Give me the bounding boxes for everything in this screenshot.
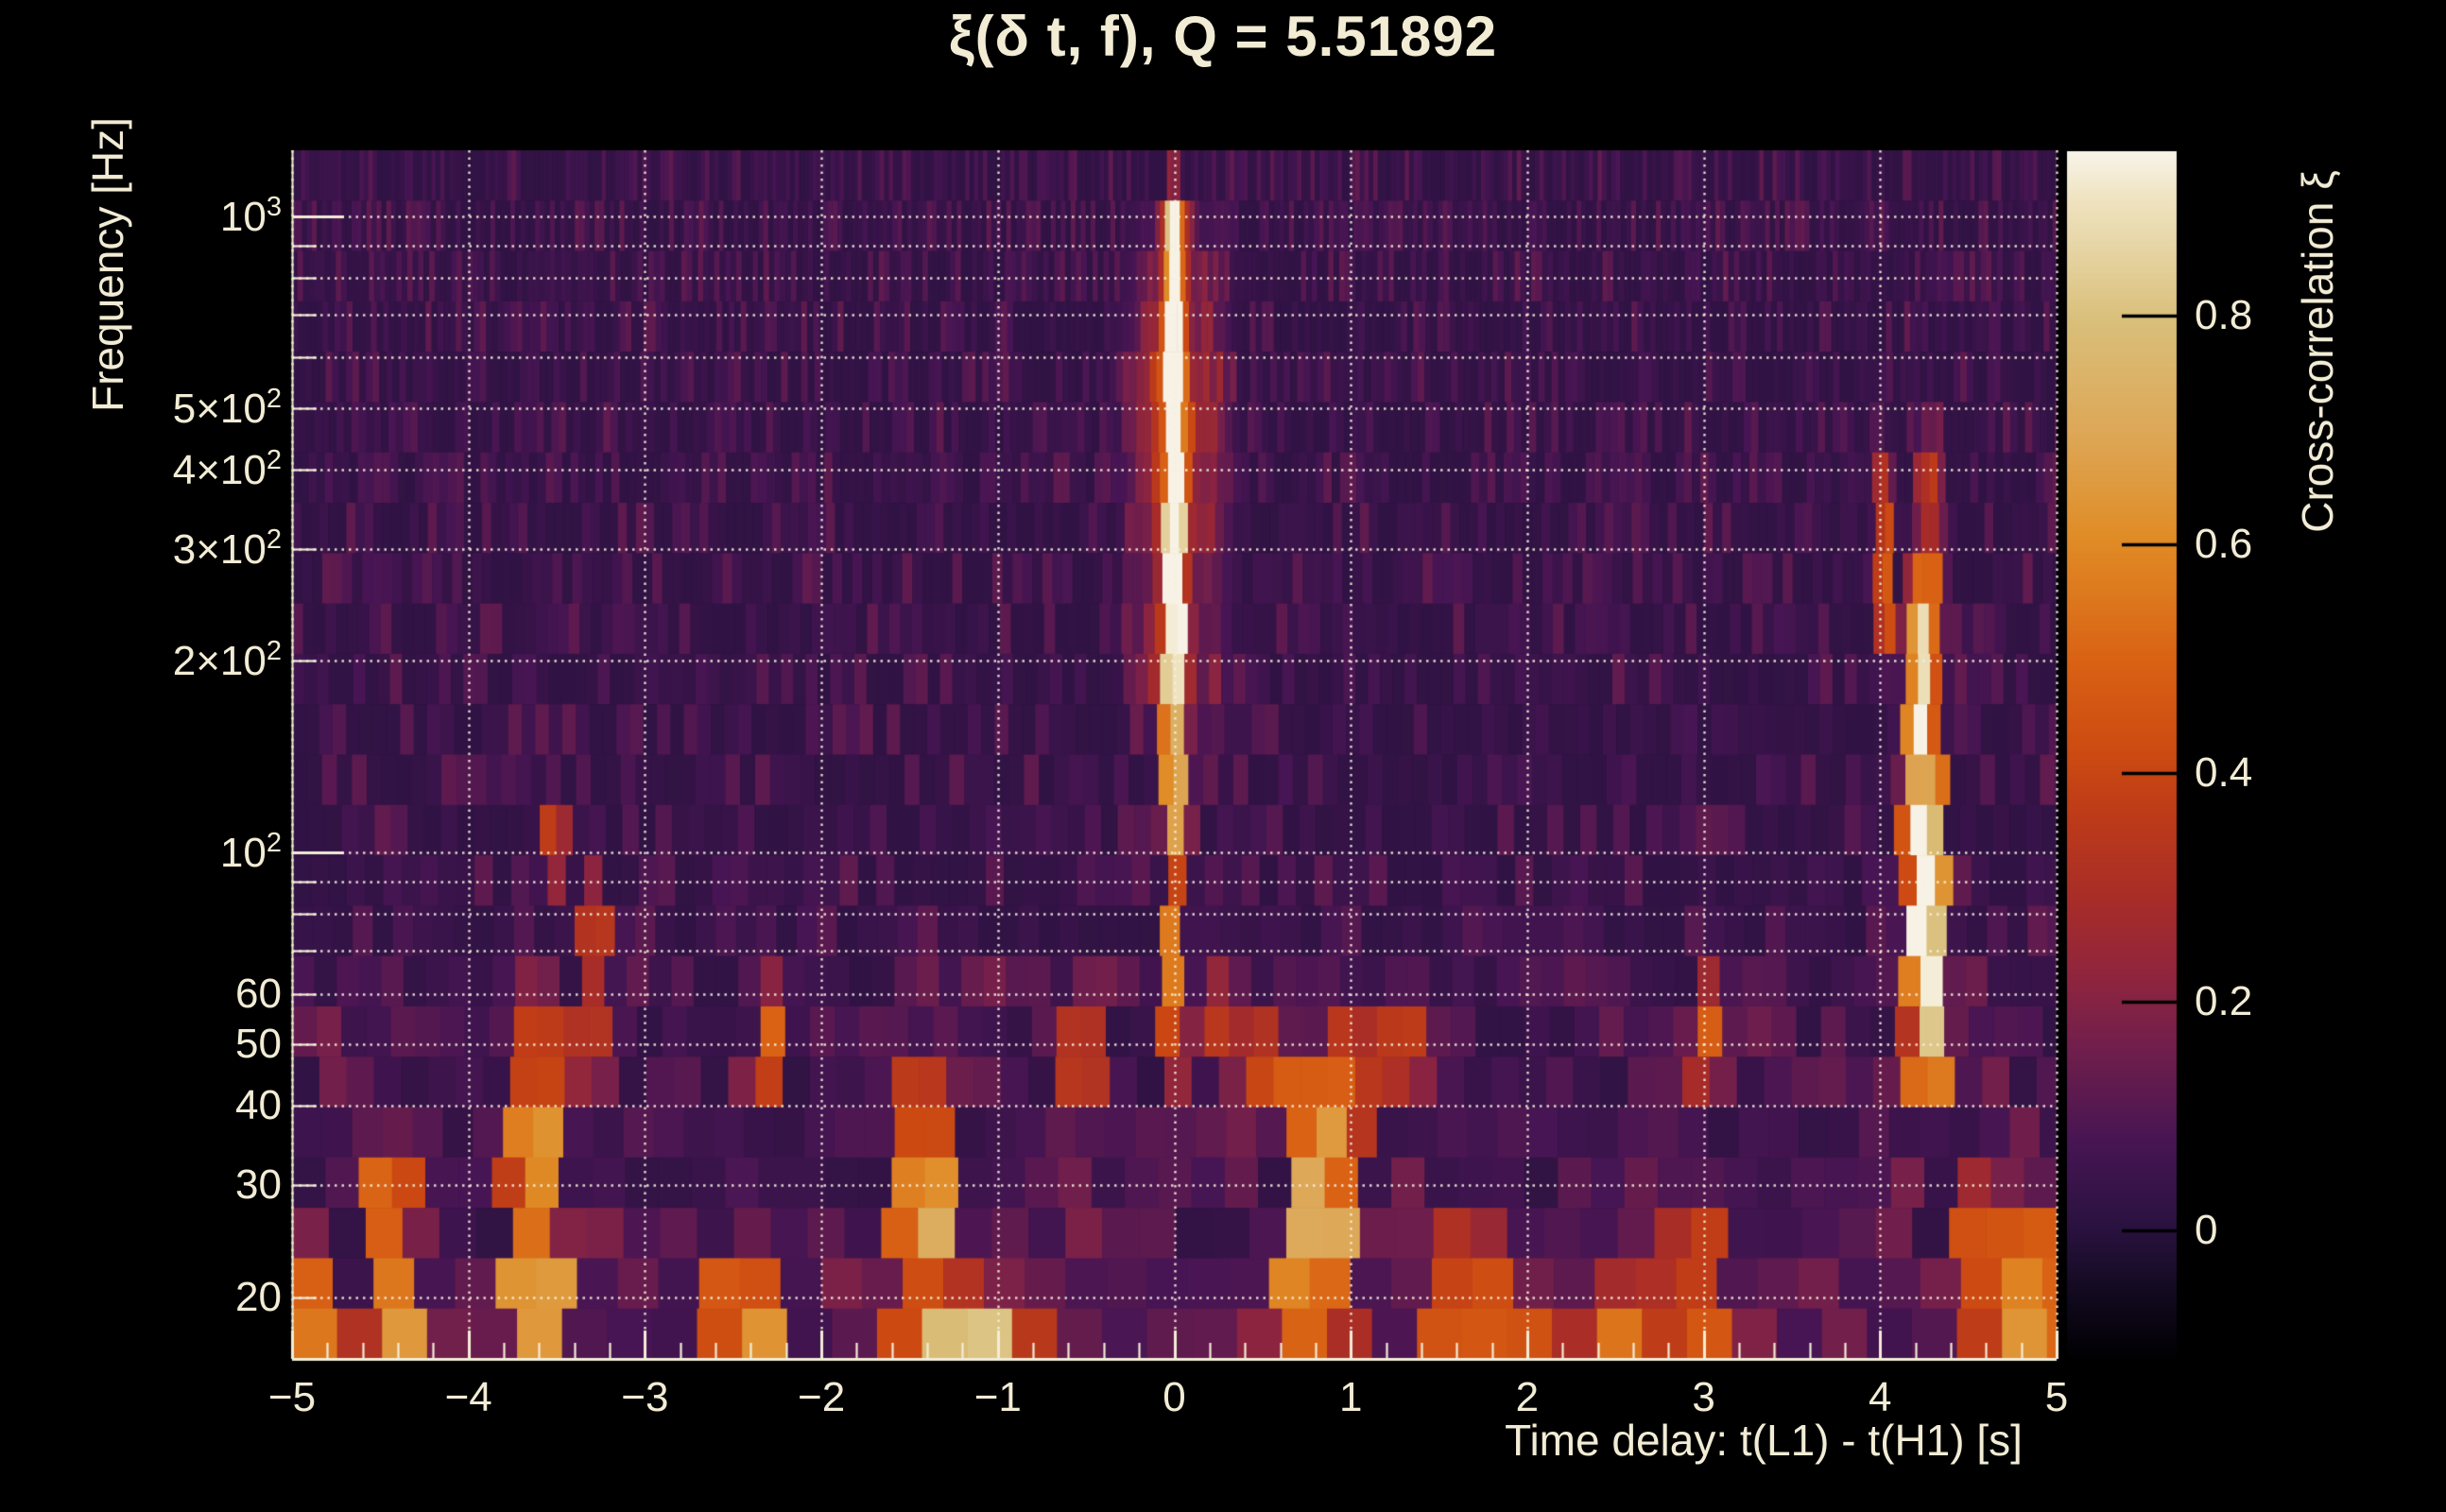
x-tick-label: −1	[973, 1374, 1022, 1420]
x-tick-label: 0	[1163, 1374, 1186, 1420]
colorbar-tick-label: 0.8	[2195, 292, 2253, 339]
y-tick-label: 30	[235, 1161, 282, 1209]
colorbar-tick-label: 0.6	[2195, 521, 2253, 568]
plot-title: ξ(δ t, f), Q = 5.51892	[948, 5, 1498, 68]
x-tick-label: −2	[798, 1374, 846, 1420]
qscan-figure: ξ(δ t, f), Q = 5.51892 Frequency [Hz] Ti…	[0, 0, 2446, 1512]
heatmap-canvas	[0, 0, 2446, 1512]
x-tick-label: 3	[1692, 1374, 1715, 1420]
x-axis-title: Time delay: t(L1) - t(H1) [s]	[1505, 1416, 2023, 1465]
colorbar-title: Cross-correlation ξ	[2293, 170, 2342, 533]
colorbar-tick-label: 0.2	[2195, 978, 2253, 1025]
y-tick-label: 2×102	[172, 636, 282, 685]
x-tick-label: −3	[621, 1374, 669, 1420]
y-tick-label: 40	[235, 1082, 282, 1129]
y-tick-label: 103	[219, 192, 282, 240]
y-axis-title: Frequency [Hz]	[83, 117, 132, 412]
colorbar-tick-label: 0.4	[2195, 749, 2253, 797]
colorbar-tick-label: 0	[2195, 1207, 2218, 1254]
x-tick-label: 1	[1338, 1374, 1363, 1420]
y-tick-label: 3×102	[172, 524, 282, 573]
x-tick-label: −5	[267, 1374, 317, 1420]
y-tick-label: 50	[235, 1020, 282, 1067]
y-tick-label: 102	[219, 828, 282, 876]
x-tick-label: 5	[2044, 1374, 2069, 1420]
y-tick-label: 60	[235, 970, 282, 1017]
y-tick-label: 20	[235, 1273, 282, 1320]
x-tick-label: −4	[444, 1374, 492, 1420]
x-tick-label: 4	[1869, 1374, 1892, 1420]
y-tick-label: 4×102	[172, 444, 282, 493]
y-tick-label: 5×102	[172, 383, 282, 432]
x-tick-label: 2	[1515, 1374, 1540, 1420]
